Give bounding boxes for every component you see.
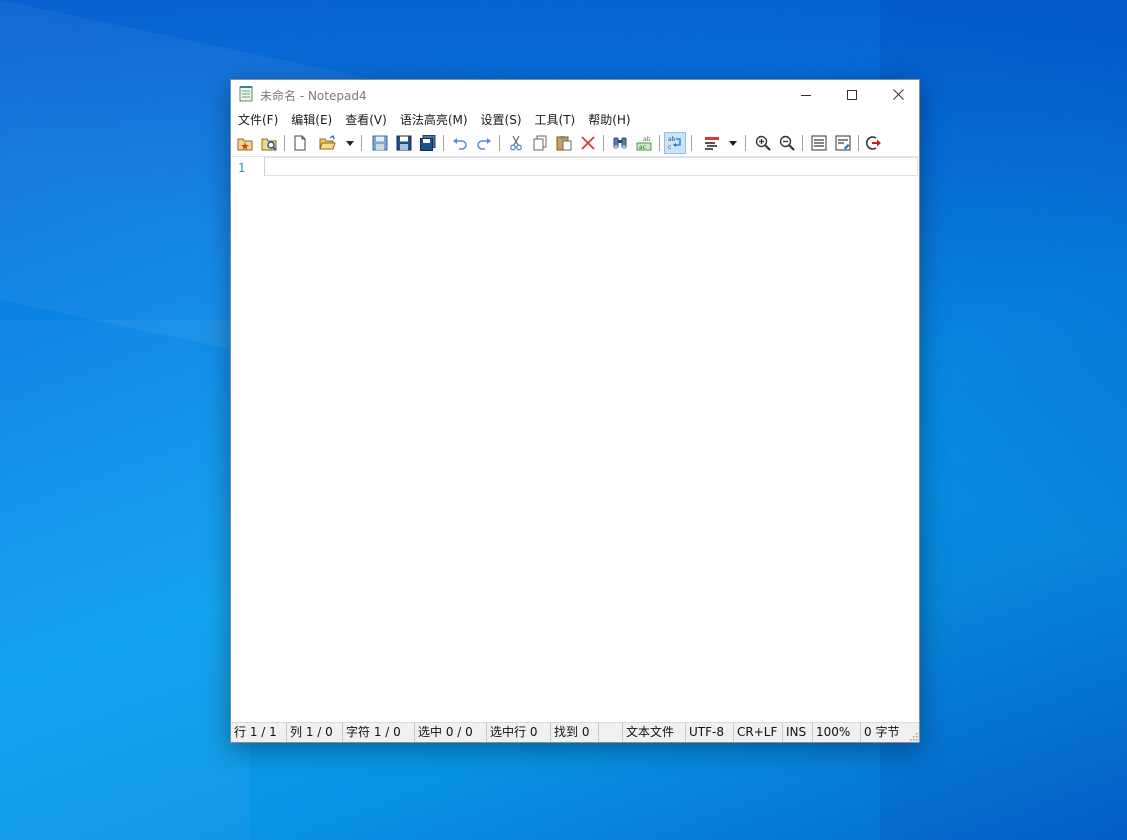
status-line: 行 1 / 1: [231, 723, 287, 742]
minimize-button[interactable]: [783, 80, 829, 109]
exit-icon: [866, 136, 881, 150]
customize-icon: [835, 135, 851, 151]
menu-help[interactable]: 帮助(H): [581, 111, 636, 128]
line-number: 1: [238, 161, 246, 175]
status-file-size: 0 字节: [864, 725, 900, 739]
menu-syntax[interactable]: 语法高亮(M): [393, 111, 474, 128]
status-line-ending[interactable]: CR+LF: [734, 723, 783, 742]
zoom-in-icon: [755, 135, 771, 151]
status-selection: 选中 0 / 0: [415, 723, 487, 742]
save-as-button[interactable]: [393, 132, 415, 154]
cut-icon: [510, 135, 522, 151]
word-wrap-icon: ab c: [668, 136, 681, 151]
toolbar: ab ac ab c: [231, 130, 919, 156]
status-character: 字符 1 / 0: [343, 723, 415, 742]
zoom-out-icon: [779, 135, 795, 151]
undo-icon: [453, 138, 467, 150]
svg-text:ac: ac: [639, 144, 646, 151]
status-column: 列 1 / 0: [287, 723, 343, 742]
exit-button[interactable]: [863, 132, 885, 154]
status-find-count: 找到 0: [551, 723, 599, 742]
open-file-icon: [319, 135, 336, 150]
svg-text:ab: ab: [668, 136, 676, 143]
zoom-in-button[interactable]: [752, 132, 774, 154]
chevron-down-icon: [729, 140, 737, 146]
maximize-icon: [847, 89, 857, 100]
resize-grip-icon[interactable]: [908, 731, 918, 741]
favorites-icon: [237, 138, 253, 151]
notepad-app-icon: [239, 86, 253, 102]
redo-icon: [477, 138, 491, 150]
desktop-background: 未命名 - Notepad4 文件(F) 编辑(E) 查看(V) 语法高亮(M)…: [0, 0, 1127, 840]
svg-text:ab: ab: [643, 136, 651, 143]
undo-button[interactable]: [449, 132, 471, 154]
scheme-icon: [705, 137, 719, 150]
status-zoom[interactable]: 100%: [813, 723, 861, 742]
save-copy-button[interactable]: [417, 132, 439, 154]
close-icon: [892, 89, 904, 100]
favorites-button[interactable]: [234, 132, 256, 154]
menu-file[interactable]: 文件(F): [231, 111, 284, 128]
save-as-icon: [396, 135, 412, 151]
maximize-button[interactable]: [829, 80, 875, 109]
menu-edit[interactable]: 编辑(E): [284, 111, 338, 128]
menu-settings[interactable]: 设置(S): [474, 111, 528, 128]
customize-button[interactable]: [832, 132, 854, 154]
new-file-icon: [294, 135, 306, 151]
status-insert-mode[interactable]: INS: [783, 723, 813, 742]
browse-button[interactable]: [258, 132, 280, 154]
title-bar[interactable]: 未命名 - Notepad4: [231, 80, 919, 109]
current-line-highlight: [264, 157, 918, 176]
notepad-window: 未命名 - Notepad4 文件(F) 编辑(E) 查看(V) 语法高亮(M)…: [230, 79, 920, 743]
replace-icon: ab ac: [636, 136, 652, 151]
save-button[interactable]: [369, 132, 391, 154]
status-empty: [599, 723, 623, 742]
window-title: 未命名 - Notepad4: [260, 89, 367, 103]
paste-icon: [556, 136, 572, 151]
save-copy-icon: [420, 135, 436, 151]
scheme-button[interactable]: [701, 132, 723, 154]
chevron-down-icon: [346, 140, 354, 146]
save-icon: [372, 135, 388, 151]
replace-button[interactable]: ab ac: [633, 132, 655, 154]
status-file-type[interactable]: 文本文件: [623, 723, 686, 742]
paste-button[interactable]: [553, 132, 575, 154]
status-selected-lines: 选中行 0: [487, 723, 551, 742]
view-button[interactable]: [808, 132, 830, 154]
text-editor[interactable]: 1: [231, 156, 919, 724]
find-icon: [613, 137, 627, 149]
open-dropdown-arrow[interactable]: [345, 132, 355, 154]
menu-bar: 文件(F) 编辑(E) 查看(V) 语法高亮(M) 设置(S) 工具(T) 帮助…: [231, 109, 919, 129]
menu-view[interactable]: 查看(V): [338, 111, 393, 128]
find-button[interactable]: [609, 132, 631, 154]
svg-text:c: c: [668, 144, 671, 151]
browse-icon: [261, 138, 277, 151]
view-icon: [811, 135, 827, 151]
menu-tools[interactable]: 工具(T): [528, 111, 582, 128]
copy-icon: [533, 135, 547, 151]
close-button[interactable]: [875, 80, 921, 109]
copy-button[interactable]: [529, 132, 551, 154]
delete-button[interactable]: [577, 132, 599, 154]
delete-icon: [581, 136, 595, 150]
minimize-icon: [801, 94, 811, 96]
open-file-button[interactable]: [317, 132, 339, 154]
scheme-dropdown-arrow[interactable]: [728, 132, 738, 154]
status-bar: 行 1 / 1 列 1 / 0 字符 1 / 0 选中 0 / 0 选中行 0 …: [231, 722, 919, 742]
zoom-out-button[interactable]: [776, 132, 798, 154]
cut-button[interactable]: [505, 132, 527, 154]
redo-button[interactable]: [473, 132, 495, 154]
status-encoding[interactable]: UTF-8: [686, 723, 734, 742]
word-wrap-button[interactable]: ab c: [664, 132, 686, 154]
new-file-button[interactable]: [289, 132, 311, 154]
